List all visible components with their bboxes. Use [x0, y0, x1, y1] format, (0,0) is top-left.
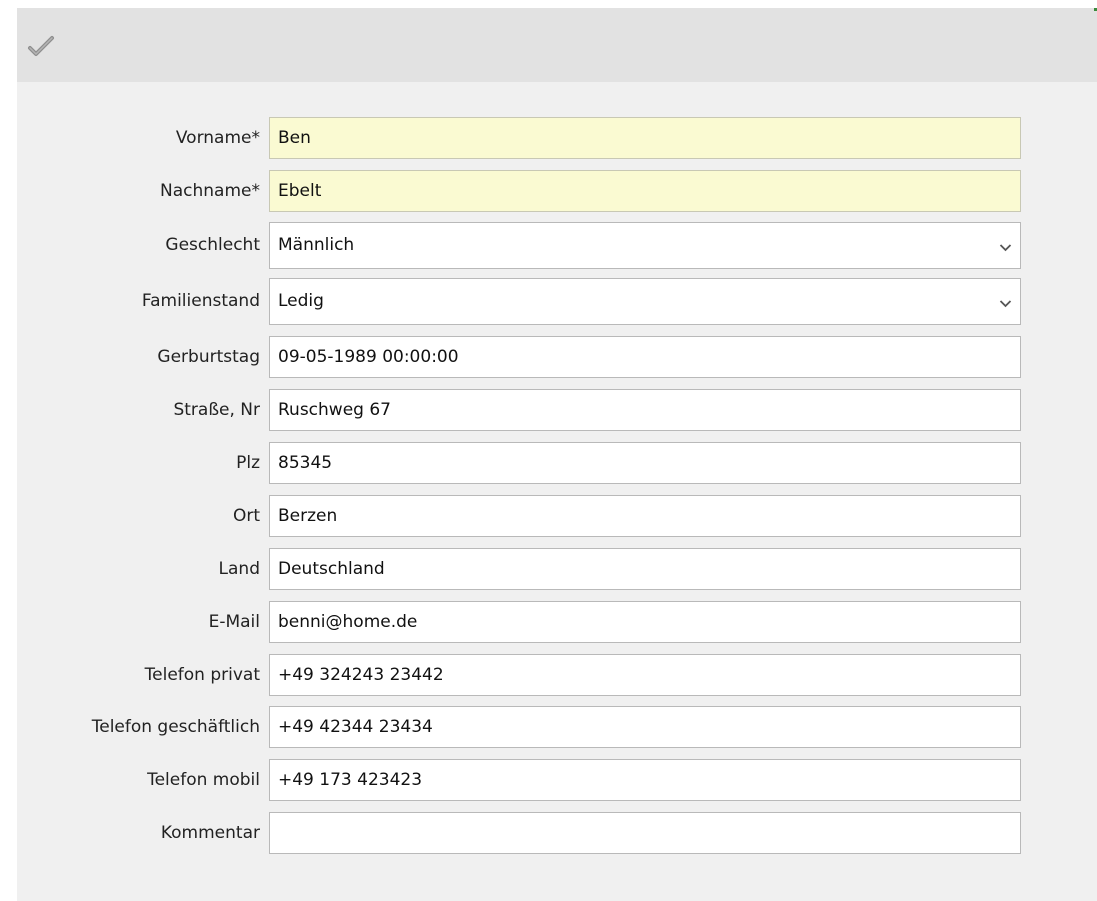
phone-private-input[interactable]: +49 324243 23442: [269, 654, 1021, 696]
street-value: Ruschweg 67: [278, 400, 391, 420]
zip-value: 85345: [278, 453, 333, 473]
email-input[interactable]: benni@home.de: [269, 601, 1021, 643]
email-label: E-Mail: [208, 612, 260, 632]
marital-status-value: Ledig: [278, 291, 324, 311]
form-row-marital-status: Familienstand Ledig: [17, 278, 1097, 325]
street-label: Straße, Nr: [173, 400, 260, 420]
form-row-phone-mobile: Telefon mobil +49 173 423423: [17, 759, 1097, 801]
form-row-comment: Kommentar: [17, 812, 1097, 854]
zip-input[interactable]: 85345: [269, 442, 1021, 484]
first-name-input[interactable]: Ben: [269, 117, 1021, 159]
form-panel: Vorname* Ben Nachname* Ebelt Geschlecht Männl…: [17, 8, 1097, 901]
birthday-label: Gerburtstag: [157, 347, 260, 367]
checkmark-icon: [28, 36, 54, 56]
first-name-label: Vorname*: [175, 128, 260, 148]
city-input[interactable]: Berzen: [269, 495, 1021, 537]
marital-status-label: Familienstand: [141, 291, 260, 311]
first-name-value: Ben: [278, 128, 311, 148]
comment-input[interactable]: [269, 812, 1021, 854]
form-row-country: Land Deutschland: [17, 548, 1097, 590]
phone-mobile-input[interactable]: +49 173 423423: [269, 759, 1021, 801]
phone-mobile-label: Telefon mobil: [147, 770, 260, 790]
last-name-input[interactable]: Ebelt: [269, 170, 1021, 212]
toolbar: [17, 8, 1097, 82]
phone-business-input[interactable]: +49 42344 23434: [269, 706, 1021, 748]
city-label: Ort: [232, 506, 260, 526]
phone-private-value: +49 324243 23442: [278, 665, 444, 685]
country-label: Land: [218, 559, 260, 579]
phone-business-value: +49 42344 23434: [278, 717, 433, 737]
form-row-first-name: Vorname* Ben: [17, 117, 1097, 159]
email-value: benni@home.de: [278, 612, 418, 632]
gender-value: Männlich: [278, 235, 355, 255]
birthday-value: 09-05-1989 00:00:00: [278, 347, 459, 367]
last-name-label: Nachname*: [160, 181, 260, 201]
gender-select[interactable]: Männlich: [269, 222, 1021, 269]
phone-mobile-value: +49 173 423423: [278, 770, 423, 790]
street-input[interactable]: Ruschweg 67: [269, 389, 1021, 431]
form-row-city: Ort Berzen: [17, 495, 1097, 537]
form-row-last-name: Nachname* Ebelt: [17, 170, 1097, 212]
country-input[interactable]: Deutschland: [269, 548, 1021, 590]
form-row-phone-business: Telefon geschäftlich +49 42344 23434: [17, 706, 1097, 748]
gender-label: Geschlecht: [165, 235, 260, 255]
birthday-input[interactable]: 09-05-1989 00:00:00: [269, 336, 1021, 378]
phone-business-label: Telefon geschäftlich: [91, 717, 260, 737]
form-row-birthday: Gerburtstag 09-05-1989 00:00:00: [17, 336, 1097, 378]
country-value: Deutschland: [278, 559, 385, 579]
zip-label: Plz: [236, 453, 260, 473]
chevron-down-icon[interactable]: [999, 243, 1012, 252]
form-row-phone-private: Telefon privat +49 324243 23442: [17, 654, 1097, 696]
comment-label: Kommentar: [160, 823, 260, 843]
form-row-zip: Plz 85345: [17, 442, 1097, 484]
chevron-down-icon[interactable]: [999, 299, 1012, 308]
save-button[interactable]: [27, 34, 55, 60]
phone-private-label: Telefon privat: [144, 665, 260, 685]
form-row-street: Straße, Nr Ruschweg 67: [17, 389, 1097, 431]
last-name-value: Ebelt: [278, 181, 322, 201]
marital-status-select[interactable]: Ledig: [269, 278, 1021, 325]
form-row-gender: Geschlecht Männlich: [17, 222, 1097, 269]
form-row-email: E-Mail benni@home.de: [17, 601, 1097, 643]
city-value: Berzen: [278, 506, 338, 526]
